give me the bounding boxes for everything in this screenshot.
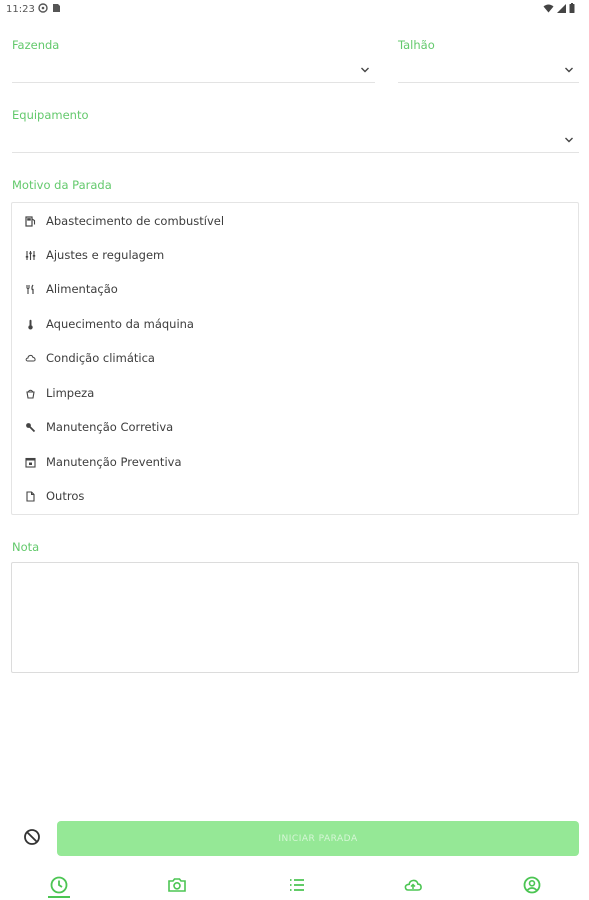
- reason-item-other[interactable]: Outros: [12, 479, 578, 513]
- status-bar: 11:23: [0, 0, 589, 20]
- reason-item-adjustments[interactable]: Ajustes e regulagem: [12, 238, 578, 272]
- active-tab-indicator: [48, 896, 70, 898]
- note-textarea[interactable]: [11, 562, 579, 673]
- reason-item-fuel[interactable]: Abastecimento de combustível: [12, 204, 578, 238]
- plot-select[interactable]: [398, 57, 579, 83]
- stop-reason-list: Abastecimento de combustível Ajustes e r…: [11, 202, 579, 515]
- reason-item-corrective[interactable]: Manutenção Corretiva: [12, 410, 578, 444]
- stop-reason-label: Motivo da Parada: [12, 178, 112, 192]
- farm-select[interactable]: [12, 57, 375, 83]
- reason-item-meal[interactable]: Alimentação: [12, 272, 578, 306]
- chevron-down-icon: [565, 67, 573, 73]
- chevron-down-icon: [565, 137, 573, 143]
- camera-icon[interactable]: [167, 875, 187, 895]
- note-label: Nota: [12, 540, 40, 554]
- bucket-icon: [26, 389, 35, 399]
- signal-icon: [557, 3, 566, 13]
- clock-icon[interactable]: [49, 875, 69, 895]
- reason-item-cleaning[interactable]: Limpeza: [12, 376, 578, 410]
- list-icon[interactable]: [287, 875, 307, 895]
- chevron-down-icon: [361, 67, 369, 73]
- cloud-upload-icon[interactable]: [403, 875, 423, 895]
- reason-label: Manutenção Corretiva: [46, 420, 174, 434]
- reason-label: Abastecimento de combustível: [46, 214, 225, 228]
- sim-card-icon: [53, 4, 60, 12]
- reason-label: Condição climática: [46, 351, 155, 365]
- reason-item-preventive[interactable]: Manutenção Preventiva: [12, 445, 578, 479]
- sliders-icon: [25, 250, 36, 260]
- reason-label: Aquecimento da máquina: [46, 317, 194, 331]
- reason-item-weather[interactable]: Condição climática: [12, 341, 578, 375]
- battery-icon: [569, 3, 575, 13]
- sync-icon: [38, 3, 48, 13]
- equipment-select[interactable]: [12, 127, 579, 153]
- document-icon: [26, 490, 35, 502]
- cloud-icon: [25, 354, 36, 361]
- reason-label: Alimentação: [46, 282, 118, 296]
- thermometer-icon: [28, 319, 33, 329]
- plot-label: Talhão: [398, 38, 435, 52]
- wifi-icon: [543, 4, 554, 12]
- farm-label: Fazenda: [12, 38, 60, 52]
- status-time: 11:23: [6, 4, 35, 15]
- calendar-icon: [25, 457, 36, 468]
- reason-item-warmup[interactable]: Aquecimento da máquina: [12, 307, 578, 341]
- start-stop-button[interactable]: INICIAR PARADA: [57, 821, 579, 856]
- block-icon[interactable]: [23, 828, 41, 846]
- bottom-nav: [0, 866, 589, 900]
- account-circle-icon[interactable]: [522, 875, 542, 895]
- reason-label: Ajustes e regulagem: [46, 248, 165, 262]
- reason-label: Manutenção Preventiva: [46, 455, 182, 469]
- reason-label: Outros: [46, 489, 85, 503]
- wrench-icon: [26, 422, 36, 432]
- utensils-icon: [26, 284, 34, 294]
- reason-label: Limpeza: [46, 386, 95, 400]
- equipment-label: Equipamento: [12, 108, 89, 122]
- fuel-pump-icon: [25, 215, 36, 227]
